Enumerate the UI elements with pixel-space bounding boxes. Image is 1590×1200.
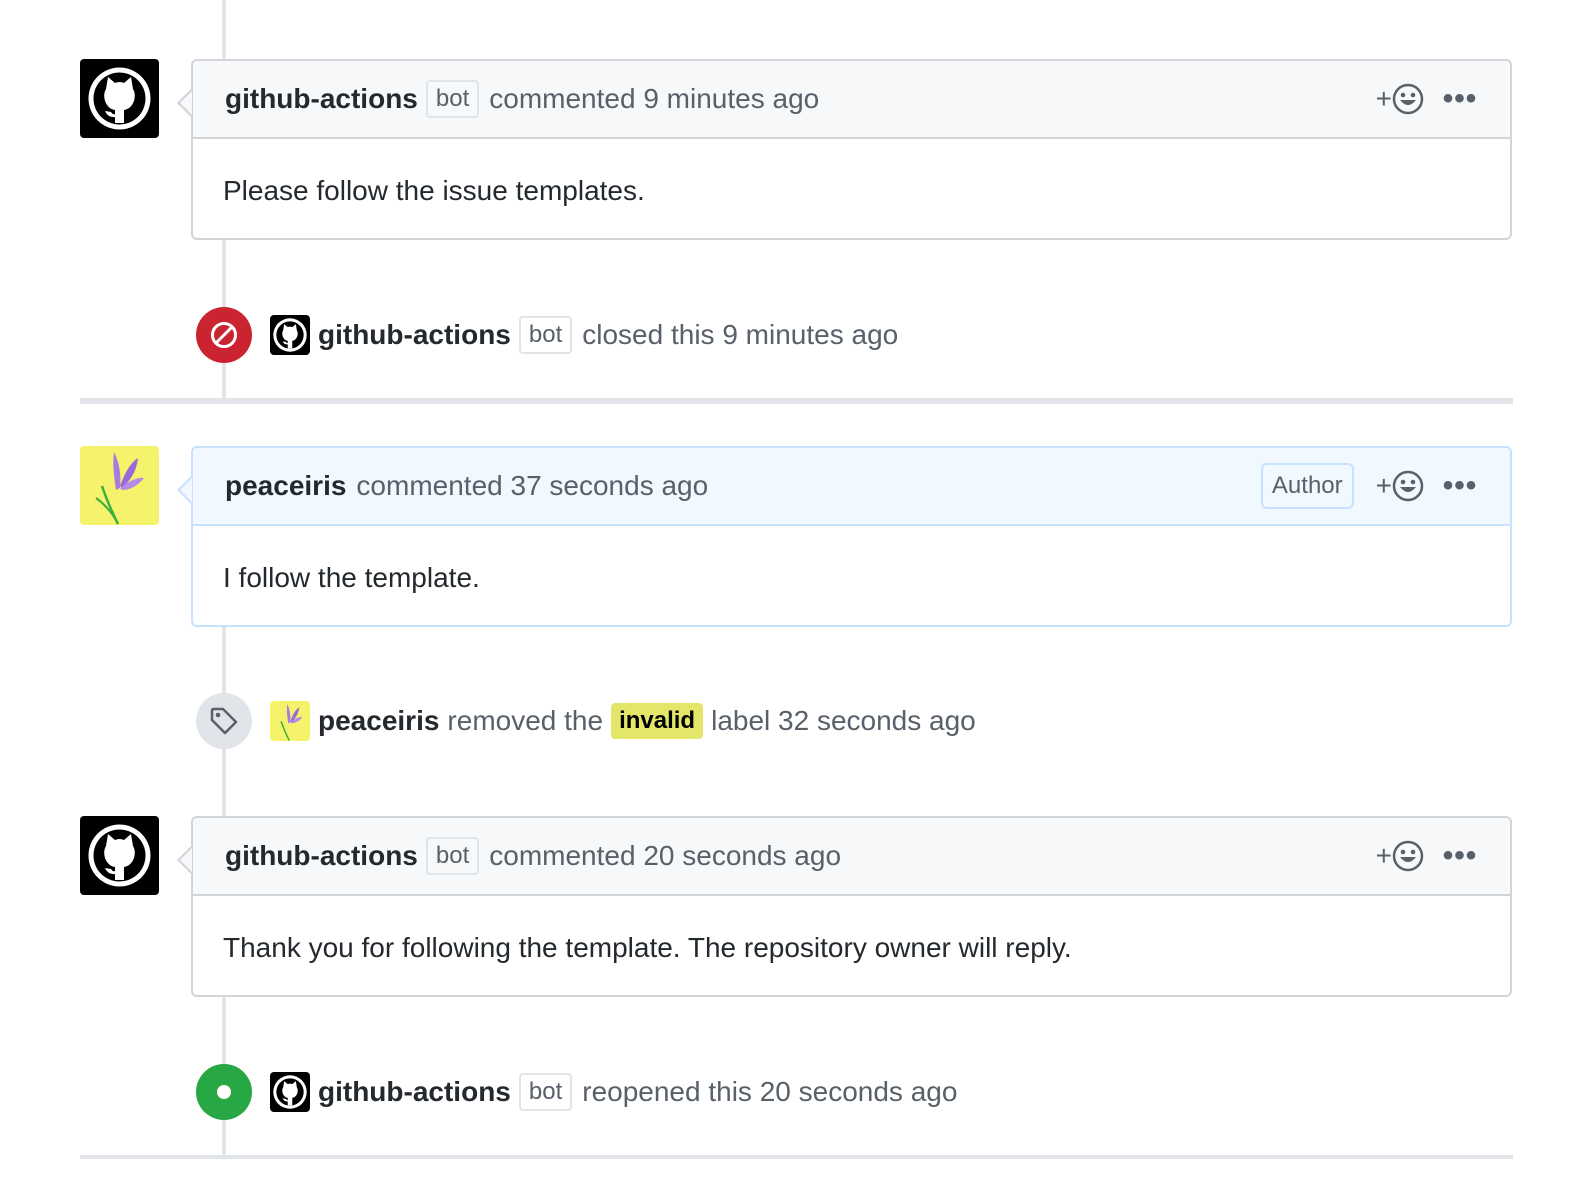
github-logo-icon (273, 318, 307, 352)
timeline-line (222, 0, 226, 60)
unlabeled-event: peaceiris removed the invalid label 32 s… (196, 693, 976, 749)
bot-badge: bot (425, 837, 480, 875)
comment-body: I follow the template. (223, 562, 480, 593)
avatar-peaceiris[interactable] (80, 446, 159, 525)
more-options-button[interactable]: ••• (1442, 839, 1478, 873)
github-logo-icon (273, 1075, 307, 1109)
comment-author[interactable]: github-actions (225, 83, 418, 115)
more-options-button[interactable]: ••• (1442, 82, 1478, 116)
comment-card: github-actions bot commented 9 minutes a… (177, 59, 1512, 240)
plus-label: + (1375, 840, 1392, 871)
tag-icon (210, 707, 238, 735)
event-text-before: removed the (447, 705, 604, 736)
comment-timestamp[interactable]: commented 9 minutes ago (489, 83, 819, 115)
smiley-icon (1392, 840, 1424, 872)
bot-badge: bot (518, 316, 573, 354)
github-logo-icon (88, 67, 151, 130)
comment-timestamp[interactable]: commented 37 seconds ago (356, 470, 708, 502)
comment-header: peaceiris commented 37 seconds ago Autho… (177, 448, 1510, 526)
plus-label: + (1375, 83, 1392, 114)
event-text: closed this 9 minutes ago (582, 319, 899, 350)
more-options-button[interactable]: ••• (1442, 469, 1478, 503)
comment-header: github-actions bot commented 9 minutes a… (177, 61, 1510, 139)
actor-avatar[interactable] (270, 1072, 310, 1112)
circle-slash-icon (211, 322, 237, 348)
dot-fill-icon (217, 1085, 231, 1099)
comment-timestamp[interactable]: commented 20 seconds ago (489, 840, 841, 872)
smiley-icon (1392, 83, 1424, 115)
iris-flower-icon (280, 704, 303, 741)
label-badge (196, 693, 252, 749)
event-text: reopened this 20 seconds ago (582, 1076, 958, 1107)
comment-body: Thank you for following the template. Th… (223, 932, 1072, 963)
event-text-after: label 32 seconds ago (711, 705, 976, 736)
comment-card: peaceiris commented 37 seconds ago Autho… (177, 446, 1512, 627)
actor-avatar[interactable] (270, 315, 310, 355)
timeline-divider (80, 398, 1513, 404)
comment-header: github-actions bot commented 20 seconds … (177, 818, 1510, 896)
add-reaction-button[interactable]: + (1376, 840, 1424, 872)
add-reaction-button[interactable]: + (1376, 83, 1424, 115)
iris-flower-icon (95, 452, 144, 525)
comment-author[interactable]: github-actions (225, 840, 418, 872)
closed-badge (196, 307, 252, 363)
timeline-divider (80, 1155, 1513, 1159)
author-badge: Author (1260, 463, 1354, 509)
comment-author[interactable]: peaceiris (225, 470, 346, 502)
bot-badge: bot (425, 80, 480, 118)
label-invalid[interactable]: invalid (611, 703, 704, 739)
bot-badge: bot (518, 1073, 573, 1111)
comment-card: github-actions bot commented 20 seconds … (177, 816, 1512, 997)
actor-name[interactable]: github-actions (318, 319, 511, 351)
plus-label: + (1375, 470, 1392, 501)
reopened-badge (196, 1064, 252, 1120)
avatar-github-actions[interactable] (80, 59, 159, 138)
closed-event: github-actions bot closed this 9 minutes… (196, 307, 898, 363)
actor-avatar[interactable] (270, 701, 310, 741)
github-logo-icon (88, 824, 151, 887)
smiley-icon (1392, 470, 1424, 502)
reopened-event: github-actions bot reopened this 20 seco… (196, 1064, 957, 1120)
actor-name[interactable]: peaceiris (318, 705, 439, 737)
avatar-github-actions[interactable] (80, 816, 159, 895)
comment-body: Please follow the issue templates. (223, 175, 645, 206)
add-reaction-button[interactable]: + (1376, 470, 1424, 502)
actor-name[interactable]: github-actions (318, 1076, 511, 1108)
